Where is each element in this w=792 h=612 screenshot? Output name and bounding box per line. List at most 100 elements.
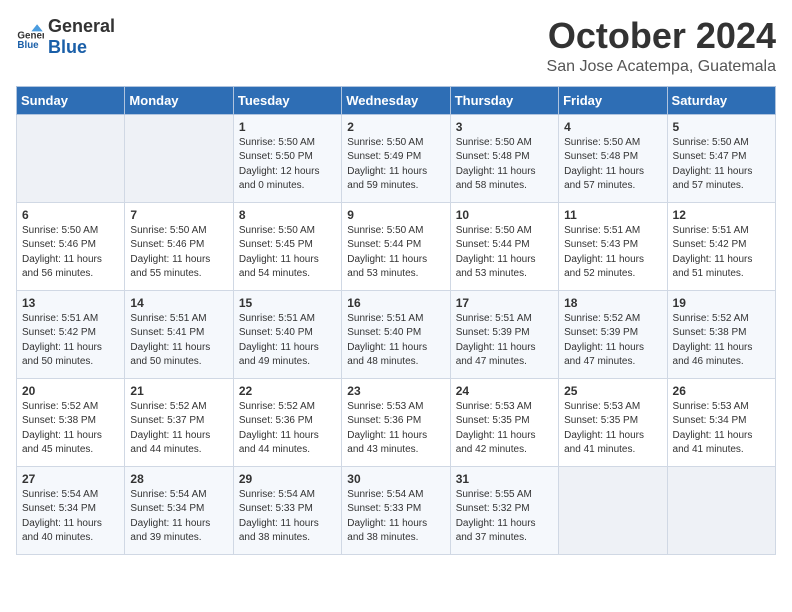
day-cell: 31 Sunrise: 5:55 AM Sunset: 5:32 PM Dayli… (450, 466, 558, 554)
day-info: Sunrise: 5:50 AM Sunset: 5:47 PM Dayligh… (673, 136, 770, 194)
day-info: Sunrise: 5:50 AM Sunset: 5:48 PM Dayligh… (456, 136, 553, 194)
day-info: Sunrise: 5:53 AM Sunset: 5:35 PM Dayligh… (456, 400, 553, 458)
day-cell: 10Sunrise: 5:50 AM Sunset: 5:44 PM Dayli… (450, 202, 558, 290)
day-info: Sunrise: 5:52 AM Sunset: 5:39 PM Dayligh… (564, 312, 661, 370)
day-info: Sunrise: 5:51 AM Sunset: 5:42 PM Dayligh… (673, 224, 770, 282)
day-number: 8 (239, 208, 336, 222)
page-header: General Blue General Blue October 2024 S… (16, 16, 776, 76)
day-info: Sunrise: 5:51 AM Sunset: 5:43 PM Dayligh… (564, 224, 661, 282)
day-number: 20 (22, 384, 119, 398)
day-number: 7 (130, 208, 227, 222)
day-cell: 4Sunrise: 5:50 AM Sunset: 5:48 PM Daylig… (559, 114, 667, 202)
day-info: Sunrise: 5:52 AM Sunset: 5:36 PM Dayligh… (239, 400, 336, 458)
day-cell: 3 Sunrise: 5:50 AM Sunset: 5:48 PM Daylig… (450, 114, 558, 202)
day-cell: 13 Sunrise: 5:51 AM Sunset: 5:42 PM Dayli… (17, 290, 125, 378)
day-number: 22 (239, 384, 336, 398)
day-cell: 22 Sunrise: 5:52 AM Sunset: 5:36 PM Dayli… (233, 378, 341, 466)
calendar-body: 1 Sunrise: 5:50 AM Sunset: 5:50 PM Daylig… (17, 114, 776, 554)
day-info: Sunrise: 5:50 AM Sunset: 5:44 PM Dayligh… (347, 224, 444, 282)
day-number: 26 (673, 384, 770, 398)
day-info: Sunrise: 5:52 AM Sunset: 5:38 PM Dayligh… (22, 400, 119, 458)
day-number: 28 (130, 472, 227, 486)
day-info: Sunrise: 5:51 AM Sunset: 5:40 PM Dayligh… (347, 312, 444, 370)
day-info: Sunrise: 5:53 AM Sunset: 5:36 PM Dayligh… (347, 400, 444, 458)
day-info: Sunrise: 5:50 AM Sunset: 5:50 PM Dayligh… (239, 136, 336, 194)
day-number: 16 (347, 296, 444, 310)
week-row-5: 27Sunrise: 5:54 AM Sunset: 5:34 PM Dayli… (17, 466, 776, 554)
calendar-table: SundayMondayTuesdayWednesdayThursdayFrid… (16, 86, 776, 555)
day-number: 6 (22, 208, 119, 222)
day-info: Sunrise: 5:51 AM Sunset: 5:39 PM Dayligh… (456, 312, 553, 370)
day-number: 3 (456, 120, 553, 134)
day-number: 21 (130, 384, 227, 398)
day-info: Sunrise: 5:53 AM Sunset: 5:34 PM Dayligh… (673, 400, 770, 458)
day-cell: 27Sunrise: 5:54 AM Sunset: 5:34 PM Dayli… (17, 466, 125, 554)
header-cell-friday: Friday (559, 86, 667, 114)
day-cell: 17Sunrise: 5:51 AM Sunset: 5:39 PM Dayli… (450, 290, 558, 378)
day-info: Sunrise: 5:54 AM Sunset: 5:33 PM Dayligh… (239, 488, 336, 546)
day-number: 29 (239, 472, 336, 486)
day-number: 13 (22, 296, 119, 310)
day-info: Sunrise: 5:51 AM Sunset: 5:41 PM Dayligh… (130, 312, 227, 370)
day-cell: 23 Sunrise: 5:53 AM Sunset: 5:36 PM Dayli… (342, 378, 450, 466)
day-number: 30 (347, 472, 444, 486)
day-number: 9 (347, 208, 444, 222)
day-info: Sunrise: 5:50 AM Sunset: 5:49 PM Dayligh… (347, 136, 444, 194)
day-info: Sunrise: 5:52 AM Sunset: 5:37 PM Dayligh… (130, 400, 227, 458)
week-row-1: 1 Sunrise: 5:50 AM Sunset: 5:50 PM Daylig… (17, 114, 776, 202)
header-cell-wednesday: Wednesday (342, 86, 450, 114)
day-number: 5 (673, 120, 770, 134)
day-cell (125, 114, 233, 202)
day-cell: 1 Sunrise: 5:50 AM Sunset: 5:50 PM Daylig… (233, 114, 341, 202)
week-row-3: 13 Sunrise: 5:51 AM Sunset: 5:42 PM Dayli… (17, 290, 776, 378)
day-number: 23 (347, 384, 444, 398)
day-cell: 8Sunrise: 5:50 AM Sunset: 5:45 PM Daylig… (233, 202, 341, 290)
day-cell: 6 Sunrise: 5:50 AM Sunset: 5:46 PM Daylig… (17, 202, 125, 290)
header-cell-thursday: Thursday (450, 86, 558, 114)
day-number: 15 (239, 296, 336, 310)
logo-general-text: General (48, 16, 115, 36)
header-cell-tuesday: Tuesday (233, 86, 341, 114)
location-title: San Jose Acatempa, Guatemala (547, 58, 776, 76)
day-cell: 2Sunrise: 5:50 AM Sunset: 5:49 PM Daylig… (342, 114, 450, 202)
day-info: Sunrise: 5:55 AM Sunset: 5:32 PM Dayligh… (456, 488, 553, 546)
day-cell: 11 Sunrise: 5:51 AM Sunset: 5:43 PM Dayli… (559, 202, 667, 290)
day-cell: 19Sunrise: 5:52 AM Sunset: 5:38 PM Dayli… (667, 290, 775, 378)
day-cell: 29 Sunrise: 5:54 AM Sunset: 5:33 PM Dayli… (233, 466, 341, 554)
week-row-2: 6 Sunrise: 5:50 AM Sunset: 5:46 PM Daylig… (17, 202, 776, 290)
day-info: Sunrise: 5:51 AM Sunset: 5:40 PM Dayligh… (239, 312, 336, 370)
day-info: Sunrise: 5:50 AM Sunset: 5:46 PM Dayligh… (130, 224, 227, 282)
logo-blue-text: Blue (48, 37, 87, 57)
day-number: 10 (456, 208, 553, 222)
day-cell: 16 Sunrise: 5:51 AM Sunset: 5:40 PM Dayli… (342, 290, 450, 378)
header-cell-saturday: Saturday (667, 86, 775, 114)
title-block: October 2024 San Jose Acatempa, Guatemal… (547, 16, 776, 76)
day-cell: 24Sunrise: 5:53 AM Sunset: 5:35 PM Dayli… (450, 378, 558, 466)
day-cell: 26 Sunrise: 5:53 AM Sunset: 5:34 PM Dayli… (667, 378, 775, 466)
day-info: Sunrise: 5:53 AM Sunset: 5:35 PM Dayligh… (564, 400, 661, 458)
week-row-4: 20 Sunrise: 5:52 AM Sunset: 5:38 PM Dayli… (17, 378, 776, 466)
day-cell: 14 Sunrise: 5:51 AM Sunset: 5:41 PM Dayli… (125, 290, 233, 378)
header-cell-monday: Monday (125, 86, 233, 114)
day-info: Sunrise: 5:50 AM Sunset: 5:48 PM Dayligh… (564, 136, 661, 194)
day-info: Sunrise: 5:51 AM Sunset: 5:42 PM Dayligh… (22, 312, 119, 370)
day-number: 27 (22, 472, 119, 486)
day-number: 11 (564, 208, 661, 222)
day-number: 14 (130, 296, 227, 310)
day-cell: 12Sunrise: 5:51 AM Sunset: 5:42 PM Dayli… (667, 202, 775, 290)
day-info: Sunrise: 5:52 AM Sunset: 5:38 PM Dayligh… (673, 312, 770, 370)
day-cell (667, 466, 775, 554)
day-cell: 21 Sunrise: 5:52 AM Sunset: 5:37 PM Dayli… (125, 378, 233, 466)
month-title: October 2024 (547, 16, 776, 56)
day-cell: 7 Sunrise: 5:50 AM Sunset: 5:46 PM Daylig… (125, 202, 233, 290)
header-row: SundayMondayTuesdayWednesdayThursdayFrid… (17, 86, 776, 114)
day-number: 31 (456, 472, 553, 486)
day-info: Sunrise: 5:50 AM Sunset: 5:46 PM Dayligh… (22, 224, 119, 282)
day-cell (559, 466, 667, 554)
logo-icon: General Blue (16, 23, 44, 51)
day-cell (17, 114, 125, 202)
day-number: 18 (564, 296, 661, 310)
day-cell: 5 Sunrise: 5:50 AM Sunset: 5:47 PM Daylig… (667, 114, 775, 202)
day-cell: 25Sunrise: 5:53 AM Sunset: 5:35 PM Dayli… (559, 378, 667, 466)
day-number: 1 (239, 120, 336, 134)
